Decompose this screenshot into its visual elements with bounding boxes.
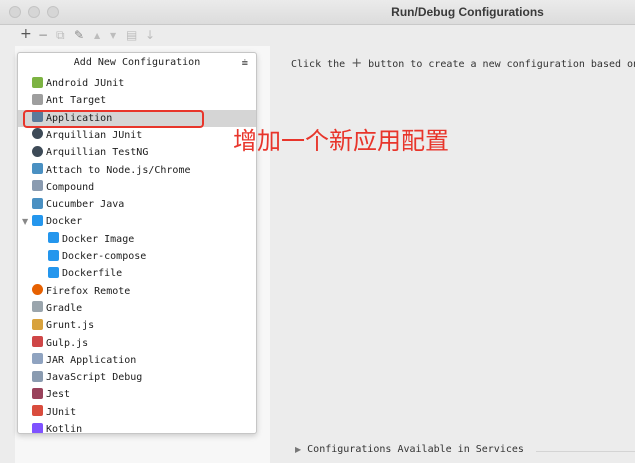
- jar-icon: [32, 353, 43, 365]
- compound-icon: [32, 180, 43, 192]
- chevron-down-icon[interactable]: ▼: [22, 213, 28, 230]
- grunt-icon: [32, 318, 43, 330]
- config-type-label: JavaScript Debug: [46, 372, 143, 384]
- ant-icon: [32, 93, 43, 105]
- config-type-label: Kotlin: [46, 424, 83, 434]
- config-type-label: Arquillian JUnit: [46, 129, 143, 141]
- config-type-label: Firefox Remote: [46, 285, 131, 297]
- kotlin-icon: [32, 422, 43, 433]
- annotation-highlight-box: [23, 110, 204, 128]
- config-type-label: Ant Target: [46, 95, 107, 107]
- config-type-item[interactable]: JavaScript Debug: [18, 369, 256, 386]
- window-title: Run/Debug Configurations: [391, 5, 544, 19]
- add-button[interactable]: +: [20, 26, 32, 42]
- gulp-icon: [32, 336, 43, 347]
- config-type-item[interactable]: Grunt.js: [18, 317, 256, 334]
- config-type-item[interactable]: Jest: [18, 386, 256, 403]
- arquillian-icon: [32, 145, 43, 157]
- junit-icon: [32, 405, 43, 417]
- config-type-label: Android JUnit: [46, 78, 125, 89]
- config-type-item[interactable]: Kotlin: [18, 421, 256, 434]
- config-type-item[interactable]: JAR Application: [18, 352, 256, 369]
- config-type-item[interactable]: Dockerfile: [18, 265, 256, 282]
- firefox-icon: [32, 284, 43, 296]
- config-type-label: Docker Image: [62, 233, 135, 245]
- wrench-icon[interactable]: ✎: [74, 28, 84, 42]
- gradle-icon: [32, 301, 43, 313]
- title-bar: Run/Debug Configurations: [0, 0, 635, 25]
- config-type-label: Docker-compose: [62, 251, 147, 262]
- config-type-label: Arquillian TestNG: [46, 147, 149, 159]
- config-type-item[interactable]: Compound: [18, 179, 256, 196]
- config-type-label: JAR Application: [46, 354, 137, 366]
- move-up-icon[interactable]: ▲: [94, 31, 100, 40]
- config-type-label: Docker: [46, 216, 83, 228]
- config-type-label: Dockerfile: [62, 268, 123, 280]
- configuration-details-panel: Click the + button to create a new confi…: [271, 46, 635, 463]
- config-type-item[interactable]: Arquillian TestNG: [18, 144, 256, 161]
- jest-icon: [32, 387, 43, 399]
- config-type-label: Gulp.js: [46, 337, 89, 349]
- cucumber-icon: [32, 197, 43, 209]
- popup-title: Add New Configuration: [73, 57, 201, 68]
- chevron-right-icon: ▶: [295, 445, 302, 454]
- config-type-item[interactable]: Gulp.js: [18, 335, 256, 352]
- config-type-item[interactable]: Docker Image: [18, 231, 256, 248]
- remove-button[interactable]: −: [38, 28, 48, 42]
- divider: [536, 451, 635, 452]
- plus-icon: +: [351, 56, 363, 71]
- annotation-text: 增加一个新应用配置: [233, 127, 449, 155]
- config-type-item[interactable]: ▼ Docker: [18, 213, 256, 230]
- docker-icon: [48, 266, 59, 278]
- config-type-item[interactable]: Cucumber Java: [18, 196, 256, 213]
- move-down-icon[interactable]: ▼: [110, 31, 116, 40]
- config-type-label: Cucumber Java: [46, 199, 125, 211]
- attach-icon: [32, 163, 43, 174]
- config-type-label: Jest: [46, 389, 71, 401]
- android-icon: [32, 76, 43, 88]
- docker-icon: [32, 214, 43, 226]
- services-section-toggle[interactable]: ▶ Configurations Available in Services: [295, 444, 524, 455]
- copy-icon[interactable]: ⧉: [56, 28, 65, 43]
- config-type-item[interactable]: Ant Target: [18, 92, 256, 109]
- docker-icon: [48, 249, 59, 261]
- config-type-item[interactable]: Arquillian JUnit: [18, 127, 256, 144]
- services-section-label: Configurations Available in Services: [307, 444, 524, 455]
- folder-icon[interactable]: ▤: [126, 28, 137, 42]
- config-type-label: Compound: [46, 181, 95, 193]
- config-type-item[interactable]: Gradle: [18, 300, 256, 317]
- hint-suffix: button to create a new configuration bas…: [368, 59, 635, 70]
- popup-header: Add New Configuration ⩧: [18, 53, 256, 73]
- hint-prefix: Click the: [291, 59, 346, 70]
- config-type-item[interactable]: Android JUnit: [18, 75, 256, 92]
- config-type-item[interactable]: Docker-compose: [18, 248, 256, 265]
- javascript-debug-icon: [32, 370, 43, 382]
- config-type-item[interactable]: Attach to Node.js/Chrome: [18, 162, 256, 179]
- config-type-item[interactable]: Firefox Remote: [18, 283, 256, 300]
- empty-hint: Click the + button to create a new confi…: [291, 56, 635, 71]
- config-type-item[interactable]: JUnit: [18, 404, 256, 421]
- collapse-all-icon[interactable]: ⩧: [242, 53, 248, 73]
- config-type-label: Attach to Node.js/Chrome: [46, 164, 191, 176]
- arquillian-icon: [32, 128, 43, 140]
- config-type-label: Grunt.js: [46, 320, 95, 332]
- sort-icon[interactable]: ↓: [145, 28, 155, 42]
- toolbar: + − ⧉ ✎ ▲ ▼ ▤ ↓: [0, 25, 260, 47]
- config-type-label: Gradle: [46, 302, 83, 314]
- docker-icon: [48, 232, 59, 244]
- config-type-label: JUnit: [46, 406, 77, 418]
